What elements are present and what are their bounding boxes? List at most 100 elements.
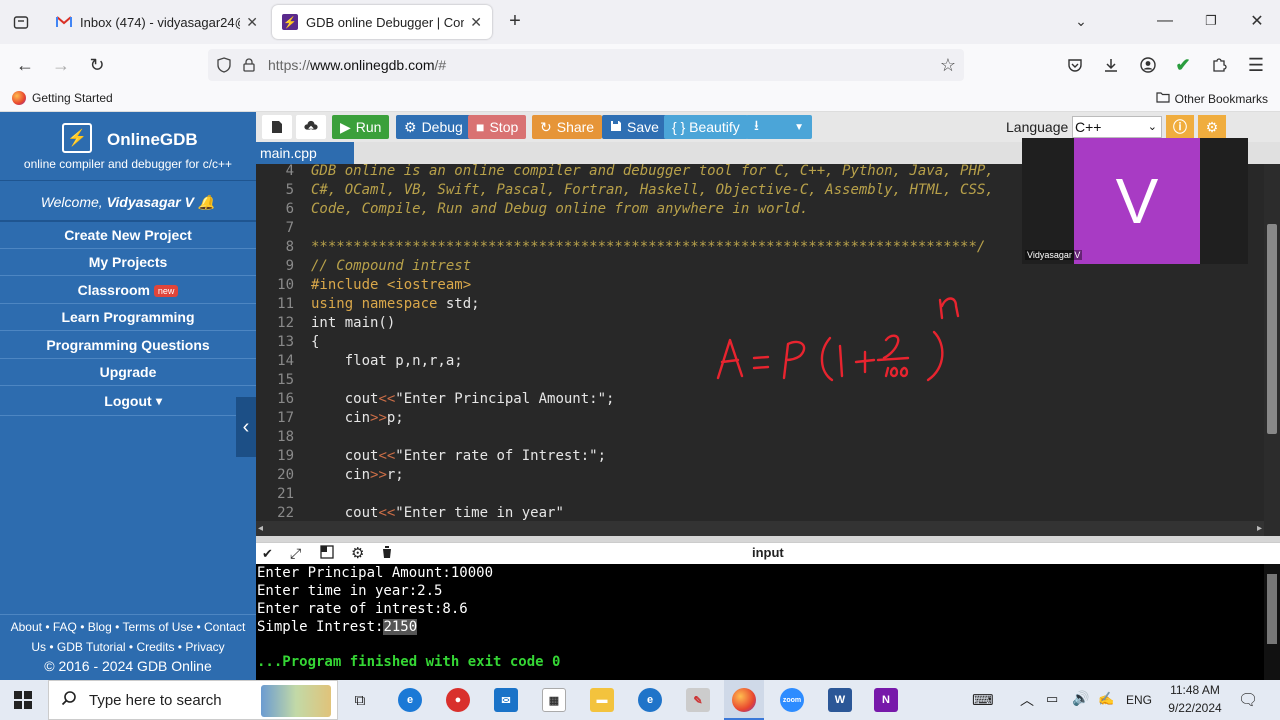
clock-time[interactable]: 11:48 AM [1158, 683, 1232, 697]
pocket-icon[interactable] [1062, 53, 1088, 77]
editor-horizontal-scrollbar[interactable]: ◂ ▸ [256, 521, 1264, 536]
zoom-icon[interactable]: zoom [780, 688, 804, 712]
sidebar-item-my-projects[interactable]: My Projects [0, 249, 256, 276]
stop-button[interactable]: ■ Stop [468, 115, 527, 139]
scroll-right-icon[interactable]: ▸ [1257, 523, 1262, 534]
mail-icon[interactable]: ✉ [494, 688, 518, 712]
lock-icon [242, 58, 256, 72]
clear-console-icon[interactable] [380, 545, 394, 564]
sidebar-item-classroom[interactable]: Classroom new [0, 276, 256, 304]
output-console[interactable]: Enter Principal Amount:10000 Enter time … [256, 564, 1280, 680]
run-button[interactable]: ▶ Run [332, 115, 390, 139]
upload-icon[interactable] [296, 115, 326, 139]
sidebar-item-logout[interactable]: Logout ▾ [0, 386, 256, 416]
code-token: cout [311, 505, 379, 521]
close-window-icon[interactable]: ✕ [1244, 9, 1270, 33]
onenote-icon[interactable]: N [874, 688, 898, 712]
file-explorer-icon[interactable]: ▬ [590, 688, 614, 712]
bookmark-star-icon[interactable]: ☆ [940, 55, 956, 76]
language-select[interactable]: C++ ⌄ [1072, 116, 1162, 138]
scrollbar-thumb[interactable] [1267, 574, 1277, 644]
footer-link-blog[interactable]: Blog [88, 620, 112, 634]
chevron-up-icon[interactable]: ︿ [1020, 690, 1034, 710]
beautify-button[interactable]: { } Beautify [664, 115, 748, 139]
caret-down-icon[interactable]: ▾ [156, 386, 162, 416]
new-file-icon[interactable] [262, 115, 292, 139]
scroll-left-icon[interactable]: ◂ [258, 523, 263, 534]
bookmark-label: Other Bookmarks [1174, 91, 1268, 106]
sidebar-item-upgrade[interactable]: Upgrade [0, 359, 256, 386]
shield-icon[interactable] [216, 57, 232, 73]
tab-gdb[interactable]: ⚡ GDB online Debugger | Compile ✕ [272, 5, 492, 39]
console-scrollbar[interactable] [1264, 564, 1280, 680]
collapse-sidebar-icon[interactable]: ‹ [236, 397, 256, 457]
network-icon[interactable]: ▭ [1046, 691, 1058, 707]
footer-link-about[interactable]: About [11, 620, 42, 634]
collapse-output-icon[interactable]: ✔ [262, 546, 273, 562]
new-tab-icon[interactable]: + [502, 9, 528, 33]
code-token: "Enter time in year" [395, 505, 564, 521]
extensions-puzzle-icon[interactable] [1206, 53, 1232, 77]
download-button[interactable]: ⭳ ▼ [746, 115, 812, 139]
url-bar[interactable]: https://www.onlinegdb.com/# ☆ [208, 49, 964, 81]
settings-gear-icon[interactable]: ⚙ [1198, 115, 1226, 139]
pen-icon[interactable]: ✍ [1098, 691, 1114, 707]
task-view-icon[interactable]: ⧉ [348, 688, 372, 712]
firefox-taskbar-active[interactable] [724, 680, 764, 720]
forward-icon[interactable]: → [48, 53, 74, 77]
volume-icon[interactable]: 🔊 [1072, 690, 1089, 707]
sidebar-item-programming-questions[interactable]: Programming Questions [0, 331, 256, 359]
download-icon[interactable] [1098, 53, 1124, 77]
footer-link-terms[interactable]: Terms of Use [122, 620, 193, 634]
username[interactable]: Vidyasagar V [107, 194, 194, 210]
keyboard-icon[interactable]: ⌨ [972, 691, 994, 709]
tab-gmail[interactable]: Inbox (474) - vidyasagar24@gm ✕ [46, 5, 268, 39]
menu-hamburger-icon[interactable]: ☰ [1243, 53, 1269, 77]
app-red-icon[interactable]: ● [446, 688, 470, 712]
footer-link-contact-us[interactable]: Us [31, 640, 46, 654]
minimize-icon[interactable]: — [1152, 9, 1178, 33]
language-indicator[interactable]: ENG [1126, 693, 1152, 707]
back-icon[interactable]: ← [12, 53, 38, 77]
chevron-down-icon[interactable]: ⌄ [1068, 9, 1094, 33]
bookmark-getting-started[interactable]: Getting Started [12, 91, 113, 105]
debug-button[interactable]: ⚙ Debug [396, 115, 471, 139]
reload-icon[interactable]: ↻ [84, 53, 110, 77]
bookmark-other[interactable]: Other Bookmarks [1156, 91, 1268, 106]
store-icon[interactable]: ▦ [542, 688, 566, 712]
notifications-icon[interactable]: 🗨 [1238, 690, 1258, 710]
scrollbar-thumb[interactable] [1267, 224, 1277, 434]
internet-explorer-icon[interactable]: e [638, 688, 662, 712]
settings-gear-icon[interactable]: ⚙ [351, 544, 364, 562]
sidebar-item-learn-programming[interactable]: Learn Programming [0, 304, 256, 331]
sidebar-item-create-new-project[interactable]: Create New Project [0, 222, 256, 249]
line-number: 5 [285, 182, 294, 198]
close-tab-icon[interactable]: ✕ [246, 14, 258, 31]
share-button[interactable]: ↻ Share [532, 115, 603, 139]
info-icon[interactable]: ⓘ [1166, 115, 1194, 139]
line-number: 11 [277, 296, 294, 312]
footer-link-privacy[interactable]: Privacy [185, 640, 224, 654]
account-icon[interactable] [1135, 53, 1161, 77]
editor-vertical-scrollbar[interactable] [1264, 164, 1280, 536]
footer-link-gdb-tutorial[interactable]: GDB Tutorial [57, 640, 126, 654]
file-tab-main-cpp[interactable]: main.cpp [256, 142, 354, 164]
restore-icon[interactable]: ❐ [1198, 9, 1224, 33]
expand-icon[interactable]: ⤢ [290, 545, 301, 562]
word-icon[interactable]: W [828, 688, 852, 712]
tab-list-icon[interactable] [8, 10, 34, 34]
split-layout-icon[interactable] [320, 545, 334, 564]
close-tab-icon[interactable]: ✕ [470, 14, 482, 31]
footer-link-contact[interactable]: Contact [204, 620, 245, 634]
extension-check-icon[interactable]: ✔ [1170, 53, 1196, 77]
clock-date[interactable]: 9/22/2024 [1158, 701, 1232, 715]
save-button[interactable]: Save [602, 115, 667, 139]
taskbar-search-box[interactable]: Type here to search [48, 680, 338, 720]
bell-icon[interactable]: 🔔 [198, 194, 215, 210]
paint-icon[interactable]: ✎ [686, 688, 710, 712]
edge-icon[interactable]: e [398, 688, 422, 712]
windows-start-icon[interactable] [14, 691, 32, 714]
footer-link-faq[interactable]: FAQ [53, 620, 77, 634]
search-highlight-image-icon[interactable] [261, 685, 331, 717]
footer-link-credits[interactable]: Credits [136, 640, 174, 654]
